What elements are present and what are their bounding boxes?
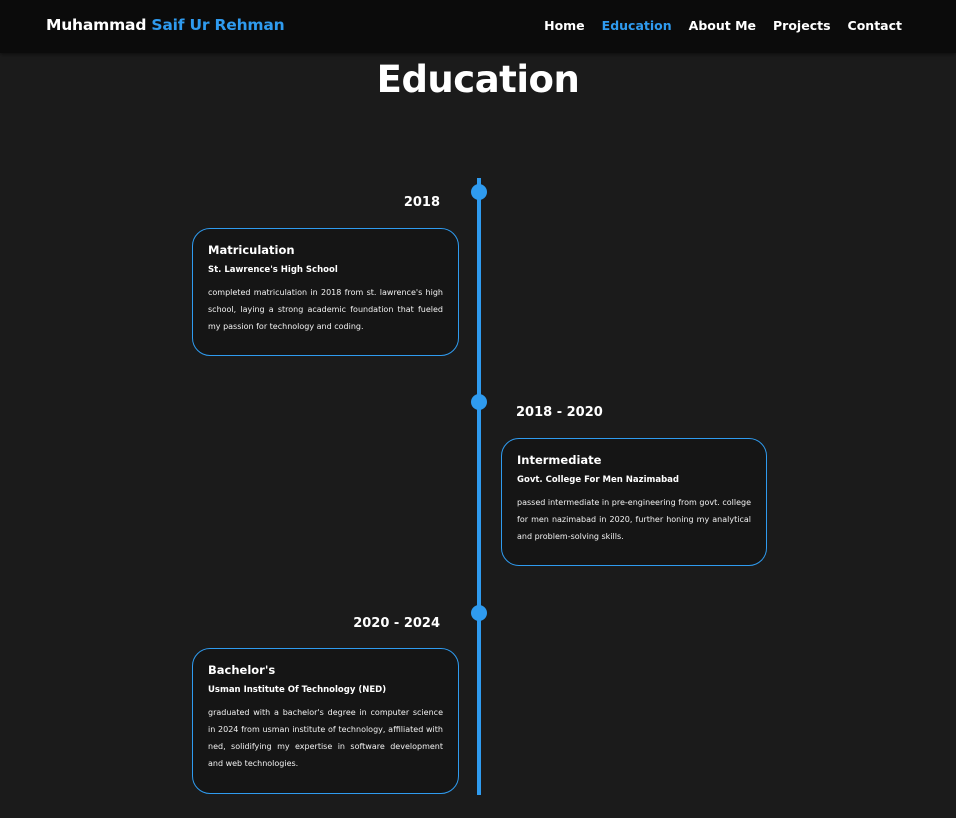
card-school: St. Lawrence's High School: [208, 265, 338, 275]
nav-link-about-me[interactable]: About Me: [689, 18, 756, 33]
brand-first-name: Muhammad: [46, 16, 147, 34]
brand-accent-name: Saif Ur Rehman: [151, 16, 285, 34]
navbar: Muhammad Saif Ur Rehman Home Education A…: [0, 0, 956, 53]
education-card-bachelors: Bachelor's Usman Institute Of Technology…: [192, 648, 459, 794]
card-title: Bachelor's: [208, 663, 276, 677]
card-school: Usman Institute Of Technology (NED): [208, 685, 387, 695]
timeline-line: [477, 178, 481, 795]
card-description: passed intermediate in pre-engineering f…: [517, 498, 751, 541]
card-description: completed matriculation in 2018 from st.…: [208, 288, 443, 331]
education-card-intermediate: Intermediate Govt. College For Men Nazim…: [501, 438, 767, 566]
timeline-year: 2018 - 2020: [516, 405, 603, 420]
nav-links: Home Education About Me Projects Contact: [544, 18, 902, 33]
timeline-dot: [471, 184, 487, 200]
nav-link-home[interactable]: Home: [544, 18, 585, 33]
nav-link-projects[interactable]: Projects: [773, 18, 831, 33]
education-card-matriculation: Matriculation St. Lawrence's High School…: [192, 228, 459, 356]
timeline-year: 2020 - 2024: [353, 616, 440, 631]
page-title: Education: [376, 58, 580, 101]
timeline-dot: [471, 605, 487, 621]
brand-logo[interactable]: Muhammad Saif Ur Rehman: [46, 16, 285, 34]
nav-link-education[interactable]: Education: [602, 18, 672, 33]
card-title: Intermediate: [517, 453, 602, 467]
card-description: graduated with a bachelor's degree in co…: [208, 708, 443, 768]
nav-link-contact[interactable]: Contact: [848, 18, 902, 33]
card-school: Govt. College For Men Nazimabad: [517, 475, 679, 485]
timeline-year: 2018: [403, 195, 440, 210]
card-title: Matriculation: [208, 243, 295, 257]
timeline-dot: [471, 394, 487, 410]
